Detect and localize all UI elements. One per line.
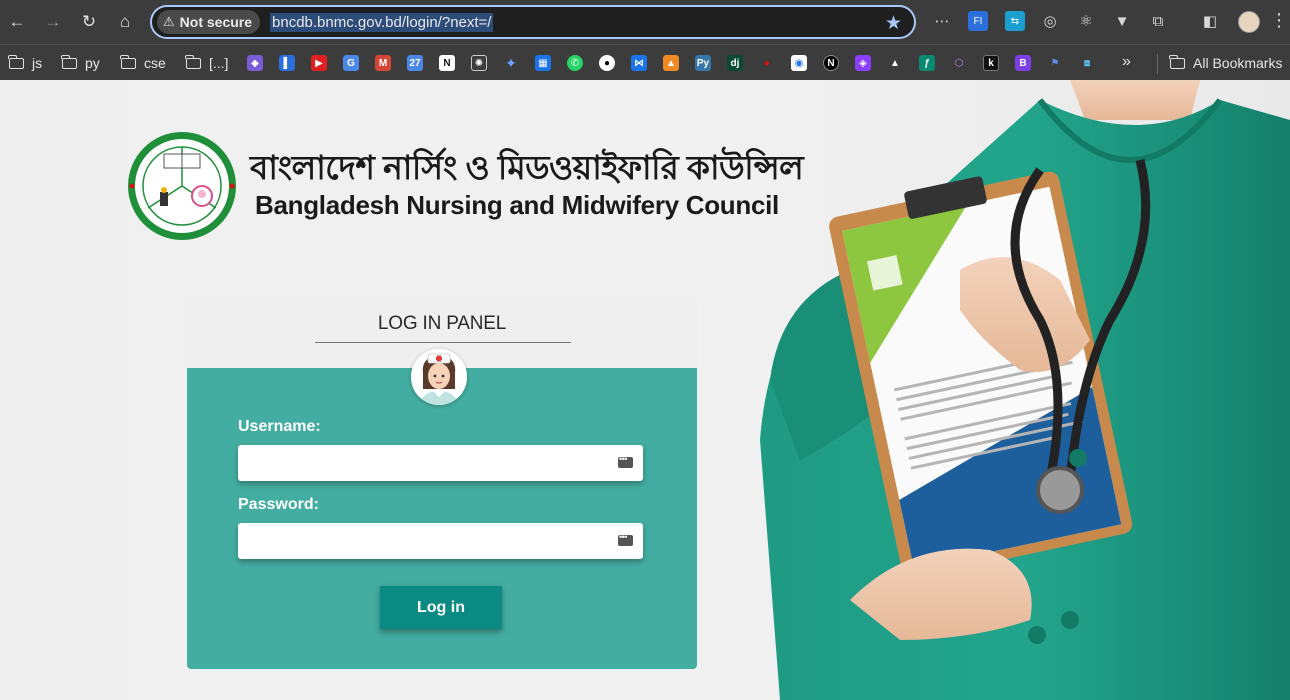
extension-vue-icon[interactable]: ▼ <box>1112 11 1132 31</box>
password-input[interactable] <box>238 523 643 559</box>
back-arrow-icon[interactable]: ← <box>4 9 30 35</box>
extension-target-icon[interactable]: ◎ <box>1040 11 1060 31</box>
bookmark-favicon[interactable]: ● <box>759 55 775 71</box>
calendar-icon[interactable]: 27 <box>407 55 423 71</box>
browser-toolbar: ← → ↻ ⌂ ⚠ Not secure bncdb.bnmc.gov.bd/l… <box>0 0 1290 44</box>
password-manager-key-icon[interactable] <box>618 532 633 546</box>
share-icon[interactable]: ⋈ <box>631 55 647 71</box>
bookmark-favicon[interactable]: k <box>983 55 999 71</box>
nextjs-icon[interactable]: N <box>823 55 839 71</box>
folder-icon <box>61 54 77 69</box>
extensions-puzzle-icon[interactable]: ⧉ <box>1148 11 1168 31</box>
login-form: Username: Password: Log in <box>187 368 697 669</box>
folder-icon <box>185 54 201 69</box>
bookmark-favicon[interactable]: ▌ <box>279 55 295 71</box>
chatgpt-icon[interactable]: ✺ <box>471 55 487 71</box>
bookmarks-bar: js py cse [...] ◆ ▌ ▶ G M 27 N ✺ ✦ ▦ ✆ ●… <box>0 44 1290 80</box>
login-card: LOG IN PANEL Username: Password: Log in <box>187 297 697 669</box>
whatsapp-icon[interactable]: ✆ <box>567 55 583 71</box>
extension-fi-icon[interactable]: FI <box>968 11 988 31</box>
bookmark-favicon[interactable]: ƒ <box>919 55 935 71</box>
url-text[interactable]: bncdb.bnmc.gov.bd/login/?next=/ <box>270 12 494 32</box>
menu-kebab-icon[interactable]: ⋮ <box>1270 10 1288 31</box>
username-label: Username: <box>238 418 321 435</box>
password-label: Password: <box>238 496 319 513</box>
python-icon[interactable]: Py <box>695 55 711 71</box>
more-dots-icon[interactable]: ⋯ <box>932 11 952 31</box>
translate-icon[interactable]: G <box>343 55 359 71</box>
title-divider <box>315 342 571 343</box>
bookmark-favicon[interactable]: ◈ <box>855 55 871 71</box>
extension-translate-icon[interactable]: ⇆ <box>1005 11 1025 31</box>
all-bookmarks-label: All Bookmarks <box>1193 55 1283 71</box>
folder-icon <box>120 54 136 69</box>
bookmark-folder-cse[interactable]: cse <box>120 51 166 75</box>
reload-icon[interactable]: ↻ <box>76 9 102 35</box>
bookmark-folder-js[interactable]: js <box>8 51 43 75</box>
bookmark-folder-label: cse <box>144 55 166 71</box>
gemini-icon[interactable]: ✦ <box>503 55 519 71</box>
flag-icon[interactable]: ⚑ <box>1047 55 1063 71</box>
notion-icon[interactable]: N <box>439 55 455 71</box>
council-seal-logo <box>128 132 236 240</box>
bookmark-folder-label: py <box>85 55 100 71</box>
bookmark-favicon[interactable]: ▲ <box>663 55 679 71</box>
bookmark-folder-py[interactable]: py <box>61 51 100 75</box>
bookmark-folder-label: [...] <box>209 55 229 71</box>
bootstrap-icon[interactable]: B <box>1015 55 1031 71</box>
security-chip[interactable]: ⚠ Not secure <box>157 10 261 34</box>
extension-react-icon[interactable]: ⚛ <box>1076 11 1096 31</box>
login-button[interactable]: Log in <box>380 586 502 629</box>
trello-icon[interactable]: ▦ <box>535 55 551 71</box>
bookmark-favicon[interactable]: ◆ <box>247 55 263 71</box>
star-icon[interactable]: ★ <box>885 12 902 35</box>
login-page: বাংলাদেশ নার্সিং ও মিডওয়াইফারি কাউন্সিল… <box>0 80 1290 700</box>
more-bookmarks-chevron-icon[interactable]: » <box>1122 53 1131 71</box>
home-icon[interactable]: ⌂ <box>112 9 138 35</box>
forward-arrow-icon[interactable]: → <box>40 9 66 35</box>
profile-avatar[interactable] <box>1238 11 1260 33</box>
vercel-icon[interactable]: ▲ <box>887 55 903 71</box>
gmail-icon[interactable]: M <box>375 55 391 71</box>
bookmark-favicon[interactable]: ⧈ <box>1079 55 1095 71</box>
username-input[interactable] <box>238 445 643 481</box>
login-panel-title: LOG IN PANEL <box>377 313 507 334</box>
folder-icon <box>8 54 24 69</box>
security-chip-label: Not secure <box>179 14 253 30</box>
nurse-photo <box>760 80 1290 700</box>
youtube-icon[interactable]: ▶ <box>311 55 327 71</box>
github-icon[interactable]: ● <box>599 55 615 71</box>
nurse-avatar-icon <box>411 349 467 405</box>
bookmark-favicon[interactable]: ◉ <box>791 55 807 71</box>
django-icon[interactable]: dj <box>727 55 743 71</box>
warning-triangle-icon: ⚠ <box>163 14 175 29</box>
bookmarks-separator <box>1157 54 1158 74</box>
password-manager-key-icon[interactable] <box>618 454 633 468</box>
side-panel-icon[interactable]: ◧ <box>1200 11 1220 31</box>
all-bookmarks-folder[interactable]: All Bookmarks <box>1169 51 1283 75</box>
bookmark-folder-more[interactable]: [...] <box>185 51 229 75</box>
council-title-english: Bangladesh Nursing and Midwifery Council <box>255 190 779 220</box>
bookmark-favicon[interactable]: ⬡ <box>951 55 967 71</box>
bookmark-folder-label: js <box>32 55 43 71</box>
folder-icon <box>1169 54 1185 69</box>
address-bar[interactable]: ⚠ Not secure bncdb.bnmc.gov.bd/login/?ne… <box>150 5 916 39</box>
